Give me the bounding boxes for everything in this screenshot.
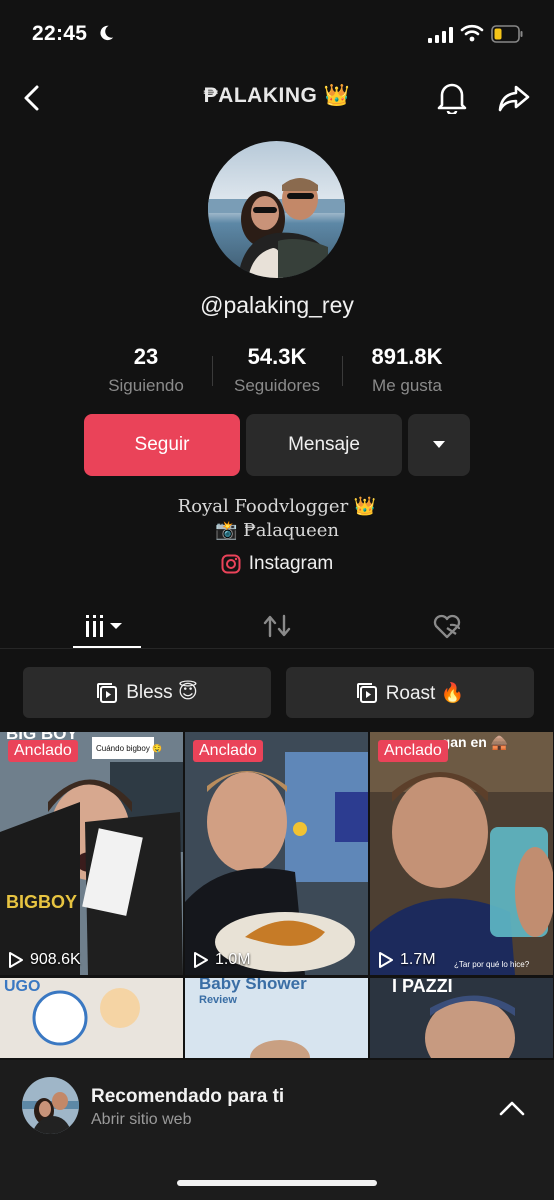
pinned-badge: Anclado: [8, 740, 78, 762]
video-thumbnail[interactable]: I PAZZI: [370, 978, 553, 1058]
chevron-up-icon: [499, 1101, 525, 1116]
tab-liked[interactable]: [420, 606, 474, 646]
playlist-icon: [97, 682, 118, 703]
recommendation-avatar: [22, 1077, 79, 1134]
instagram-label: Instagram: [248, 553, 334, 574]
playlist-roast[interactable]: Roast 🔥: [286, 667, 534, 718]
cellular-signal-icon: [428, 27, 454, 43]
stat-likes-value: 891.8K: [371, 344, 443, 369]
playlist-label: Bless 😇: [126, 682, 198, 703]
tab-reposts[interactable]: [250, 606, 304, 646]
stat-following-label: Siguiendo: [108, 376, 184, 395]
view-count: 908.6K: [30, 951, 81, 968]
profile-handle: @palaking_rey: [200, 292, 354, 318]
view-count: 1.7M: [400, 951, 436, 968]
bio-line: 📸 ₱alaqueen: [214, 520, 340, 541]
play-icon: [379, 952, 393, 968]
tab-active-indicator: [73, 646, 141, 648]
video-overlay-text: Baby Shower: [199, 978, 307, 993]
follow-button[interactable]: Seguir: [84, 414, 240, 476]
video-thumbnail[interactable]: Anclado 1.0M: [185, 732, 368, 975]
video-overlay-text: UGO: [4, 978, 41, 995]
playlist-icon: [356, 682, 377, 703]
video-caption: Cuándo bigboy 🤤: [96, 744, 163, 753]
video-views: 908.6K: [8, 951, 81, 969]
video-thumbnail[interactable]: UGO: [0, 978, 183, 1058]
stat-likes: 891.8K Me gusta: [337, 344, 477, 396]
more-options-button[interactable]: [408, 414, 470, 476]
profile-avatar[interactable]: [208, 141, 345, 278]
bag-logo-text: BIGBOY: [6, 892, 78, 912]
stat-followers[interactable]: 54.3K Seguidores: [207, 344, 347, 396]
home-indicator[interactable]: [177, 1180, 377, 1186]
video-views: 1.0M: [193, 951, 251, 969]
share-button[interactable]: [496, 80, 532, 116]
video-grid-icon: [86, 615, 122, 637]
video-views: 1.7M: [378, 951, 436, 969]
video-thumbnail[interactable]: Baby Shower Review: [185, 978, 368, 1058]
bell-icon: [437, 83, 467, 114]
stat-likes-label: Me gusta: [372, 376, 442, 395]
share-arrow-icon: [498, 85, 530, 112]
tab-videos[interactable]: [73, 606, 141, 646]
hidden-heart-icon: [433, 614, 461, 639]
instagram-icon: [221, 554, 241, 574]
moon-icon: [100, 25, 114, 41]
video-thumbnail[interactable]: BIGBOY Cuándo bigboy 🤤 BIG BOY Anclado 9…: [0, 732, 183, 975]
video-thumbnail[interactable]: ...gan en 🛖 ¿Tar por qué lo hice? Anclad…: [370, 732, 553, 975]
play-icon: [9, 952, 23, 968]
recommendation-title: Recomendado para ti: [91, 1086, 285, 1107]
recommendation-banner[interactable]: [0, 1060, 554, 1200]
repost-icon: [263, 614, 291, 638]
stat-following-value: 23: [133, 344, 159, 369]
expand-button[interactable]: [494, 1090, 530, 1126]
recommendation-subtitle: Abrir sitio web: [91, 1111, 192, 1128]
pinned-badge: Anclado: [193, 740, 263, 762]
stat-followers-value: 54.3K: [247, 344, 307, 369]
bio-line: Royal Foodvlogger 👑: [177, 496, 377, 517]
notifications-button[interactable]: [434, 78, 470, 116]
playlist-bless[interactable]: Bless 😇: [23, 667, 271, 718]
video-caption: ¿Tar por qué lo hice?: [454, 960, 530, 969]
instagram-link[interactable]: Instagram: [0, 553, 554, 575]
playlist-label: Roast 🔥: [385, 682, 465, 704]
status-time: 22:45: [32, 22, 88, 45]
pinned-badge: Anclado: [378, 740, 448, 762]
message-button[interactable]: Mensaje: [246, 414, 402, 476]
battery-icon: [491, 25, 523, 43]
video-overlay-text: I PAZZI: [392, 978, 453, 996]
stat-following[interactable]: 23 Siguiendo: [76, 344, 216, 396]
wifi-icon: [460, 24, 484, 42]
profile-title: ₱ALAKING 👑: [203, 84, 351, 107]
stat-followers-label: Seguidores: [233, 376, 320, 395]
view-count: 1.0M: [215, 951, 251, 968]
video-caption: Review: [199, 994, 237, 1006]
tab-divider: [0, 648, 554, 649]
caret-down-icon: [433, 441, 445, 448]
play-icon: [194, 952, 208, 968]
